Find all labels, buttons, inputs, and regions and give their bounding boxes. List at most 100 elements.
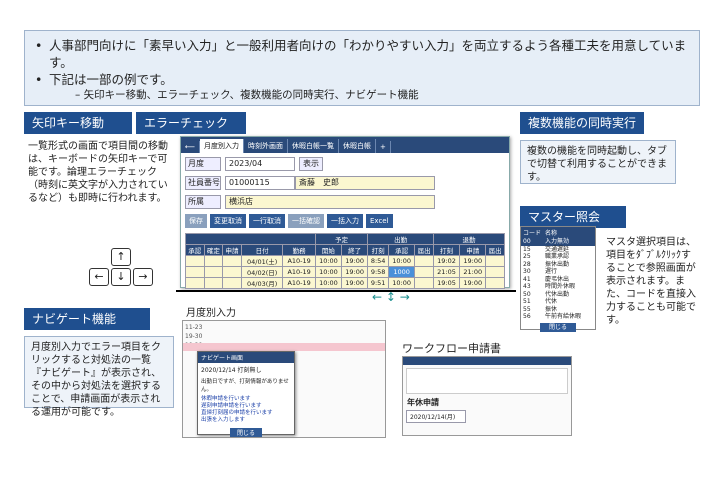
- table-cell[interactable]: 19:00: [459, 277, 487, 289]
- error-row-highlight[interactable]: [183, 343, 385, 351]
- col-header: 届出: [485, 244, 505, 256]
- navigate-popup-title: ナビゲート画面: [198, 352, 294, 363]
- department-label: 所属: [185, 195, 221, 209]
- table-cell[interactable]: A10-19: [282, 277, 316, 289]
- table-cell: 04/02(日): [240, 266, 284, 278]
- table-cell[interactable]: [222, 266, 242, 278]
- col-header: 確定: [203, 244, 224, 256]
- master-row[interactable]: 30 遅行: [521, 268, 595, 276]
- month-input[interactable]: 2023/04: [225, 157, 295, 171]
- table-cell: 10:00: [314, 277, 343, 289]
- navigate-option[interactable]: 直帰打刻届の申請を行います: [201, 410, 291, 417]
- table-cell[interactable]: A10-19: [282, 255, 316, 267]
- note-navigate: 月度別入力でエラー項目をクリックすると対処法の一覧『ナビゲート』が表示され、その…: [24, 336, 174, 418]
- master-row[interactable]: 00 入力無効: [521, 238, 595, 246]
- department-value: 横浜店: [225, 195, 435, 209]
- table-cell: 9:51: [367, 277, 390, 289]
- navigate-option[interactable]: 遅刻申請申請を行います: [201, 403, 291, 410]
- add-tab-icon[interactable]: +: [376, 141, 391, 153]
- master-row[interactable]: 56 午前有給休暇: [521, 313, 595, 321]
- selected-table-cell[interactable]: 1000: [388, 266, 416, 278]
- master-header: コード 名称: [521, 227, 595, 238]
- table-cell: 19:00: [341, 277, 369, 289]
- master-row[interactable]: 25 職業承認: [521, 253, 595, 261]
- move-arrows-icon: ← ↕ →: [372, 290, 410, 304]
- table-cell[interactable]: [203, 255, 224, 267]
- excel-button[interactable]: Excel: [366, 214, 393, 228]
- table-cell: 21:05: [432, 266, 461, 278]
- month-label: 月度: [185, 157, 221, 171]
- navigate-option[interactable]: 休暇申請を行います: [201, 396, 291, 403]
- workflow-date-field[interactable]: 2020/12/14(月): [406, 410, 466, 423]
- col-header: 打刻: [367, 244, 390, 256]
- label-error-check: エラーチェック: [136, 112, 246, 134]
- note-multi-func: 複数の機能を同時起動し、タブで切替て利用することができます。: [520, 140, 676, 184]
- table-cell[interactable]: [203, 266, 224, 278]
- col-header: 日付: [240, 244, 284, 256]
- table-cell[interactable]: [185, 255, 205, 267]
- master-row[interactable]: 55 振休: [521, 306, 595, 314]
- master-row[interactable]: 15 交通遅延: [521, 246, 595, 254]
- table-cell[interactable]: 21:00: [459, 266, 487, 278]
- col-header: 勤務: [282, 244, 316, 256]
- nav-screen: 11-23 19-30 19-29 ナビゲート画面 2020/12/14 打刻無…: [182, 320, 386, 438]
- navigate-close-button[interactable]: 閉じる: [230, 428, 262, 437]
- tab-leave[interactable]: 休暇白帳: [339, 139, 377, 153]
- display-button[interactable]: 表示: [299, 157, 323, 171]
- table-cell[interactable]: [414, 266, 434, 278]
- undo-change-button[interactable]: 変更取消: [210, 214, 246, 228]
- tab-bar: ⟵ 月度別入力 時刻外画面 休暇白帳一覧 休暇白帳 +: [181, 137, 509, 153]
- table-cell[interactable]: [222, 255, 242, 267]
- table-row: 04/01(土) A10-19 10:00 19:00 8:54 10:00 1…: [185, 255, 505, 267]
- summary-sub-item: – 矢印キー移動、エラーチェック、複数機能の同時実行、ナビゲート機能: [75, 89, 419, 101]
- master-row[interactable]: 41 慶弔休出: [521, 276, 595, 284]
- employee-name: 斎藤 史郎: [295, 176, 435, 190]
- master-close-button[interactable]: 閉じる: [540, 322, 576, 332]
- master-row[interactable]: 50 代休出勤: [521, 291, 595, 299]
- monthly-input-form: ⟵ 月度別入力 時刻外画面 休暇白帳一覧 休暇白帳 + 月度 2023/04 表…: [180, 136, 510, 289]
- table-cell[interactable]: A10-19: [282, 266, 316, 278]
- employee-number-label: 社員番号: [185, 176, 221, 190]
- label-master: マスター照会: [520, 206, 626, 228]
- table-cell[interactable]: [414, 277, 434, 289]
- col-header: 開始: [314, 244, 343, 256]
- table-cell[interactable]: 10:00: [388, 277, 416, 289]
- table-cell[interactable]: [485, 277, 505, 289]
- tab-back-arrow-icon[interactable]: ⟵: [181, 141, 201, 153]
- workflow-title: ワークフロー申請書: [402, 342, 501, 355]
- table-cell[interactable]: 19:00: [459, 255, 487, 267]
- table-cell[interactable]: [414, 255, 434, 267]
- employee-number-input[interactable]: 01000115: [225, 176, 295, 190]
- table-cell[interactable]: 10:00: [388, 255, 416, 267]
- attendance-table: 予定 出勤 退勤 承認 確定 申請 日付 勤務 開始 終了 打刻 承認 届出 打…: [185, 233, 506, 289]
- master-row[interactable]: 28 振休出勤: [521, 261, 595, 269]
- tab-leave-list[interactable]: 休暇白帳一覧: [288, 139, 340, 153]
- col-header: 打刻: [432, 244, 461, 256]
- table-cell[interactable]: [222, 277, 242, 289]
- table-cell[interactable]: [203, 277, 224, 289]
- cancel-row-button[interactable]: 一行取消: [249, 214, 285, 228]
- navigate-option[interactable]: 出張を入力します: [201, 417, 291, 424]
- bulk-input-button[interactable]: 一括入力: [327, 214, 363, 228]
- divider-line: [176, 290, 516, 292]
- table-cell[interactable]: [485, 266, 505, 278]
- tab-monthly-input[interactable]: 月度別入力: [200, 139, 245, 153]
- up-arrow-key: ↑: [111, 248, 131, 266]
- master-row[interactable]: 43 時間外休暇: [521, 283, 595, 291]
- nav-row: 19-30: [185, 333, 203, 340]
- save-button[interactable]: 保存: [185, 214, 207, 228]
- group-header-out: 退勤: [432, 233, 506, 245]
- bulk-confirm-button[interactable]: 一括確認: [288, 214, 324, 228]
- summary-bullet-1: 人事部門向けに「素早い入力」と一般利用者向けの「わかりやすい入力」を両立するよう…: [35, 37, 689, 71]
- table-cell[interactable]: [185, 266, 205, 278]
- master-row[interactable]: 51 代休: [521, 298, 595, 306]
- table-row: 04/02(日) A10-19 10:00 19:00 9:58 1000 21…: [185, 266, 505, 278]
- label-arrow-keys: 矢印キー移動: [24, 112, 132, 134]
- table-cell[interactable]: [185, 277, 205, 289]
- table-cell[interactable]: [485, 255, 505, 267]
- down-arrow-key: ↓: [111, 268, 131, 286]
- tab-overtime[interactable]: 時刻外画面: [244, 139, 289, 153]
- note-master: マスタ選択項目は、項目をﾀﾞﾌﾞﾙｸﾘｯｸすることで参照画面が表示されます。また…: [606, 237, 696, 326]
- summary-bullet-2: 下記は一部の例です。: [35, 71, 689, 88]
- table-row: 04/03(月) A10-19 10:00 19:00 9:51 10:00 1…: [185, 277, 505, 289]
